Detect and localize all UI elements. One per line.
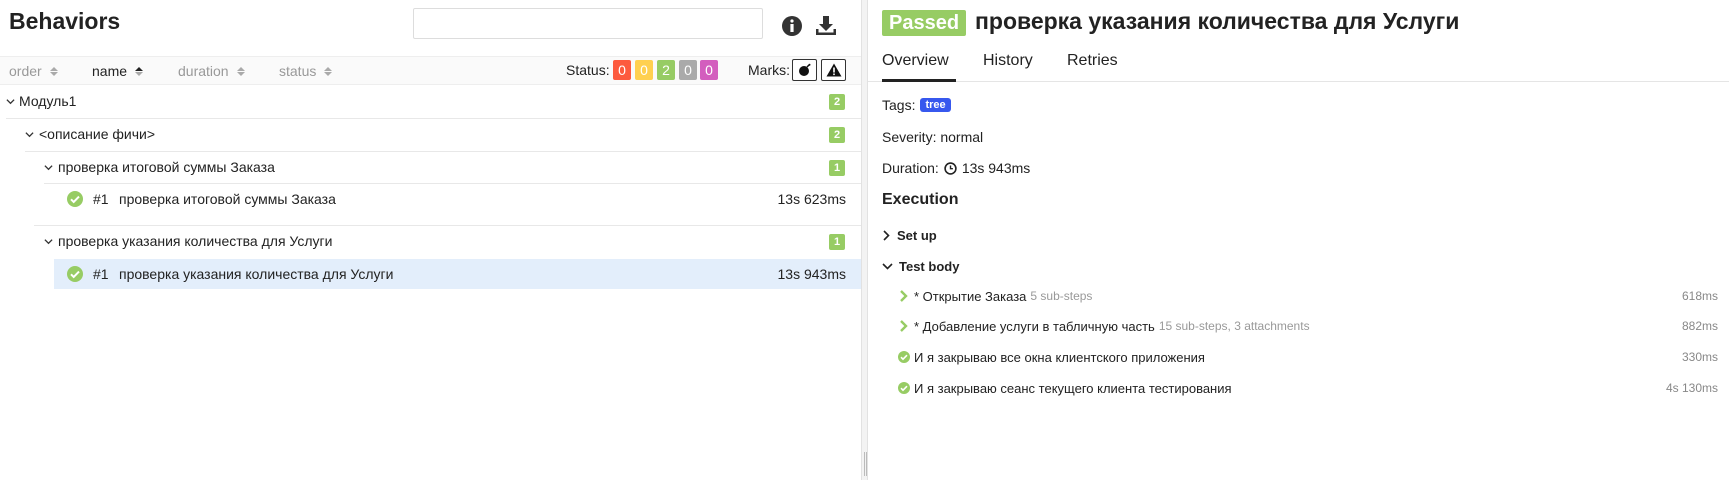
sort-arrows-icon [49, 66, 58, 76]
sort-duration[interactable]: duration [178, 63, 245, 79]
tab-overview[interactable]: Overview [882, 52, 956, 82]
chevron-right-icon [900, 290, 908, 302]
status-failed-badge[interactable]: 0 [613, 60, 631, 80]
count-badge: 1 [829, 160, 845, 176]
marks-label: Marks: [748, 62, 790, 78]
sort-name[interactable]: name [92, 63, 144, 79]
pane-title: Behaviors [9, 8, 121, 34]
tab-history[interactable]: History [983, 52, 1033, 82]
warning-icon[interactable] [821, 59, 846, 81]
splitter-grip [864, 452, 865, 476]
status-broken-badge[interactable]: 0 [635, 60, 653, 80]
status-skipped-badge[interactable]: 0 [679, 60, 697, 80]
step-row[interactable]: И я закрываю сеанс текущего клиента тест… [898, 378, 1718, 398]
pane-splitter[interactable] [861, 0, 868, 480]
test-case-row-selected[interactable]: #1 проверка указания количества для Услу… [54, 259, 861, 289]
tag-pill: tree [920, 98, 951, 112]
sort-arrows-icon [236, 66, 245, 76]
check-icon [898, 351, 910, 363]
tab-retries[interactable]: Retries [1067, 52, 1118, 82]
sort-bar: order name duration status [0, 56, 861, 85]
count-badge: 1 [829, 234, 845, 250]
tree-group-story-1[interactable]: проверка итоговой суммы Заказа [44, 152, 275, 182]
check-icon [67, 191, 83, 207]
search-input[interactable] [413, 8, 763, 39]
step-row[interactable]: * Открытие Заказа 5 sub-steps 618ms [898, 286, 1718, 306]
chevron-right-icon [883, 230, 890, 241]
case-number: #1 [93, 191, 109, 207]
test-title: проверка указания количества для Услуги [975, 8, 1460, 34]
stage-setup[interactable]: Set up [882, 228, 937, 243]
tree-group-module[interactable]: Модуль1 [6, 86, 76, 116]
status-badge: Passed [882, 10, 967, 36]
sort-arrows-icon [135, 66, 144, 76]
tree-group-feature[interactable]: <описание фичи> [25, 119, 155, 149]
case-number: #1 [93, 266, 109, 282]
sort-status[interactable]: status [279, 63, 333, 79]
tree-group-story-2[interactable]: проверка указания количества для Услуги [44, 226, 332, 256]
sort-arrows-icon [324, 66, 333, 76]
case-duration: 13s 943ms [777, 266, 846, 282]
case-duration: 13s 623ms [777, 191, 846, 207]
status-unknown-badge[interactable]: 0 [700, 60, 718, 80]
status-passed-badge[interactable]: 2 [657, 60, 675, 80]
stage-test-body[interactable]: Test body [882, 259, 959, 274]
severity-line: Severity: normal [882, 129, 984, 145]
chevron-down-icon [25, 131, 34, 137]
behaviors-pane: Behaviors order name duration status Sta… [0, 0, 861, 480]
chevron-down-icon [44, 238, 53, 244]
step-row[interactable]: * Добавление услуги в табличную часть 15… [898, 316, 1718, 336]
status-filter-label: Status: [566, 62, 610, 78]
chevron-down-icon [882, 263, 893, 270]
duration-line: Duration: 13s 943ms [882, 160, 1031, 176]
check-icon [898, 382, 910, 394]
chevron-down-icon [44, 164, 53, 170]
chevron-right-icon [900, 320, 908, 332]
test-detail-pane: Passed проверка указания количества для … [868, 0, 1729, 480]
check-icon [67, 266, 83, 282]
chevron-down-icon [6, 98, 15, 104]
count-badge: 2 [829, 127, 845, 143]
info-icon[interactable] [779, 13, 805, 39]
bomb-icon[interactable] [792, 59, 817, 81]
clock-icon [944, 161, 957, 175]
splitter-grip [866, 452, 867, 476]
detail-tabs: Overview History Retries [868, 48, 1729, 82]
case-name: проверка итоговой суммы Заказа [119, 191, 336, 207]
execution-heading: Execution [882, 191, 959, 208]
tags-line: Tags: tree [882, 97, 951, 113]
count-badge: 2 [829, 94, 845, 110]
step-row[interactable]: И я закрываю все окна клиентского прилож… [898, 347, 1718, 367]
test-case-row[interactable]: #1 проверка итоговой суммы Заказа 13s 62… [54, 184, 861, 214]
download-icon[interactable] [813, 13, 839, 39]
sort-order[interactable]: order [9, 63, 58, 79]
case-name: проверка указания количества для Услуги [119, 266, 394, 282]
